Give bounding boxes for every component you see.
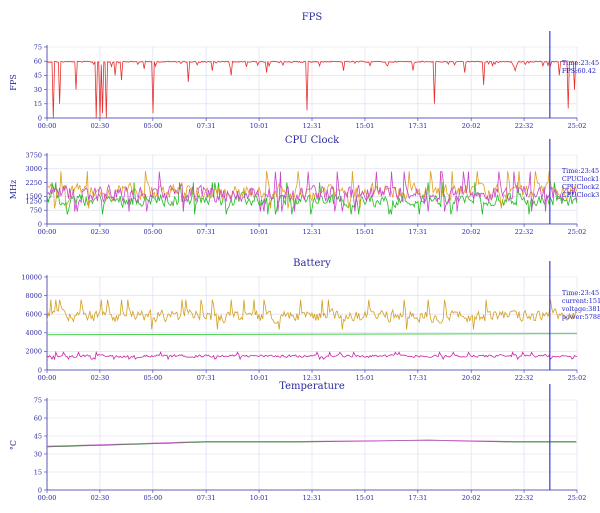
x-tick-label: 00:00 [38, 122, 57, 130]
x-tick-label: 05:00 [143, 228, 162, 236]
y-tick-label: 30 [34, 86, 42, 94]
x-tick-label: 00:00 [38, 228, 57, 236]
x-tick-label: 17:31 [408, 494, 427, 502]
y-tick-label: 45 [34, 72, 42, 80]
x-tick-label: 05:00 [143, 374, 162, 382]
chart-title: FPS [302, 12, 323, 23]
y-tick-label: 3000 [25, 165, 42, 173]
series-line-2 [46, 439, 577, 447]
x-tick-label: 07:31 [197, 374, 216, 382]
x-tick-label: 10:01 [250, 374, 269, 382]
marker-readout: power:5788.91mW [562, 313, 600, 321]
marker-readout: Time:23:45 [562, 289, 599, 297]
x-tick-label: 02:30 [91, 122, 110, 130]
marker-readout: CPUClock3:1402.00M [562, 191, 600, 199]
x-tick-label: 22:32 [515, 122, 534, 130]
y-tick-label: 75 [34, 43, 42, 51]
x-tick-label: 25:02 [568, 228, 587, 236]
y-tick-label: 4000 [25, 329, 42, 337]
chart-panel-cpu-clock: CPU ClockMHz07501250150022503000375000:0… [9, 135, 600, 236]
x-tick-label: 22:32 [515, 228, 534, 236]
y-tick-label: 10000 [21, 273, 42, 281]
performance-monitor-charts: FPSFPS0153045607500:00 02:30 05:00 07:31 10:… [9, 12, 600, 502]
chart-title: Battery [293, 258, 331, 269]
x-tick-label: 20:02 [462, 374, 481, 382]
chart-title: Temperature [279, 381, 345, 392]
x-tick-label: 10:01 [250, 122, 269, 130]
y-tick-label: 30 [34, 450, 42, 458]
x-tick-label: 20:02 [462, 228, 481, 236]
x-tick-label: 22:32 [515, 494, 534, 502]
marker-readout: voltage:3811.00mV [561, 305, 600, 313]
x-tick-label: 02:30 [91, 374, 110, 382]
y-tick-label: 1500 [25, 193, 42, 201]
y-tick-label: 2250 [25, 179, 42, 187]
x-tick-label: 17:31 [408, 122, 427, 130]
x-tick-label: 10:01 [250, 494, 269, 502]
y-tick-label: 60 [34, 414, 42, 422]
x-tick-label: 00:00 [38, 494, 57, 502]
marker-readout: FPS:60.42 [562, 67, 596, 75]
y-tick-label: 60 [34, 58, 42, 66]
y-tick-label: 8000 [25, 292, 42, 300]
y-tick-label: 75 [34, 396, 42, 404]
x-tick-label: 10:01 [250, 228, 269, 236]
x-tick-label: 15:01 [356, 122, 375, 130]
y-axis-label: °C [9, 440, 18, 450]
marker-readout: current:1519.00mA [562, 297, 600, 305]
x-tick-label: 15:01 [356, 374, 375, 382]
x-tick-label: 12:31 [303, 494, 322, 502]
y-tick-label: 15 [34, 100, 42, 108]
x-tick-label: 25:02 [568, 374, 587, 382]
x-tick-label: 02:30 [91, 228, 110, 236]
y-axis-label: FPS [9, 74, 18, 90]
x-tick-label: 17:31 [408, 374, 427, 382]
x-tick-label: 07:31 [197, 228, 216, 236]
x-tick-label: 12:31 [303, 228, 322, 236]
x-tick-label: 12:31 [303, 122, 322, 130]
series-line-2 [46, 333, 578, 336]
x-tick-label: 15:01 [356, 494, 375, 502]
y-tick-label: 45 [34, 432, 42, 440]
x-tick-label: 20:02 [462, 494, 481, 502]
x-tick-label: 15:01 [356, 228, 375, 236]
chart-panel-battery: Battery020004000600080001000000:00 02:30 0… [21, 258, 600, 382]
x-tick-label: 07:31 [197, 494, 216, 502]
chart-panel-temperature: Temperature°C0153045607500:00 02:30 05:00 0… [9, 381, 586, 502]
chart-title: CPU Clock [285, 135, 340, 146]
x-tick-label: 20:02 [462, 122, 481, 130]
y-tick-label: 6000 [25, 311, 42, 319]
x-tick-label: 22:32 [515, 374, 534, 382]
x-tick-label: 05:00 [143, 494, 162, 502]
marker-readout: Time:23:45 [562, 59, 599, 67]
y-tick-label: 750 [30, 207, 42, 215]
x-tick-label: 25:02 [568, 494, 587, 502]
y-tick-label: 2000 [25, 348, 42, 356]
marker-readout: CPUClock2:2002.00M [562, 183, 600, 191]
chart-panel-fps: FPSFPS0153045607500:00 02:30 05:00 07:31 10:… [9, 12, 599, 130]
x-tick-label: 25:02 [568, 122, 587, 130]
x-tick-label: 07:31 [197, 122, 216, 130]
x-tick-label: 05:00 [143, 122, 162, 130]
x-tick-label: 00:00 [38, 374, 57, 382]
y-axis-label: MHz [9, 180, 18, 199]
y-tick-label: 3750 [25, 151, 42, 159]
marker-readout: CPUClock1:1555.00M [562, 175, 600, 183]
y-tick-label: 15 [34, 468, 42, 476]
marker-readout: Time:23:45 [562, 167, 599, 175]
x-tick-label: 17:31 [408, 228, 427, 236]
x-tick-label: 02:30 [91, 494, 110, 502]
